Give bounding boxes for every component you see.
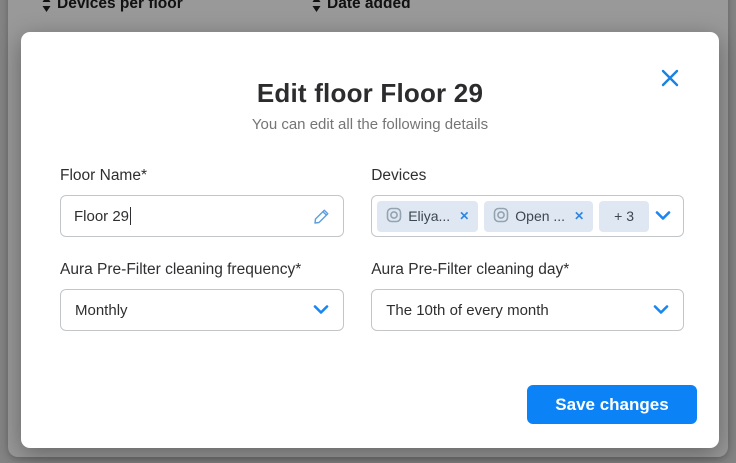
save-changes-button[interactable]: Save changes [527, 385, 697, 424]
day-select[interactable]: The 10th of every month [371, 289, 684, 331]
floor-name-value: Floor 29 [74, 208, 129, 225]
frequency-field-group: Aura Pre-Filter cleaning frequency* Mont… [60, 261, 344, 331]
floor-name-input[interactable]: Floor 29 [60, 195, 344, 237]
chip-remove-icon[interactable]: ✕ [459, 209, 469, 223]
edit-pencil-icon[interactable] [313, 208, 330, 225]
more-devices-chip[interactable]: + 3 [599, 201, 649, 232]
frequency-value: Monthly [75, 302, 128, 319]
device-icon [493, 207, 509, 226]
chevron-down-icon [653, 305, 669, 315]
devices-field-group: Devices Eliya... ✕ Open ... ✕ + 3 [371, 167, 684, 237]
chip-remove-icon[interactable]: ✕ [574, 209, 584, 223]
floor-name-label: Floor Name* [60, 167, 344, 185]
chevron-down-icon [313, 305, 329, 315]
close-icon [661, 69, 685, 87]
device-chip-label: Open ... [515, 208, 565, 224]
frequency-label: Aura Pre-Filter cleaning frequency* [60, 261, 344, 279]
device-chip[interactable]: Open ... ✕ [484, 201, 593, 232]
frequency-select[interactable]: Monthly [60, 289, 344, 331]
devices-multiselect[interactable]: Eliya... ✕ Open ... ✕ + 3 [371, 195, 684, 237]
device-icon [386, 207, 402, 226]
floor-name-field-group: Floor Name* Floor 29 [60, 167, 344, 237]
edit-floor-modal: Edit floor Floor 29 You can edit all the… [21, 32, 719, 448]
device-chip-label: Eliya... [408, 208, 450, 224]
chevron-down-icon[interactable] [655, 211, 671, 221]
day-field-group: Aura Pre-Filter cleaning day* The 10th o… [371, 261, 684, 331]
device-chip[interactable]: Eliya... ✕ [377, 201, 478, 232]
modal-subtitle: You can edit all the following details [21, 116, 719, 133]
close-button[interactable] [661, 66, 685, 90]
modal-title: Edit floor Floor 29 [21, 78, 719, 109]
edit-floor-form: Floor Name* Floor 29 Devices Eliya... ✕ [60, 167, 684, 331]
day-label: Aura Pre-Filter cleaning day* [371, 261, 684, 279]
text-caret [130, 207, 131, 225]
devices-label: Devices [371, 167, 684, 185]
day-value: The 10th of every month [386, 302, 549, 319]
